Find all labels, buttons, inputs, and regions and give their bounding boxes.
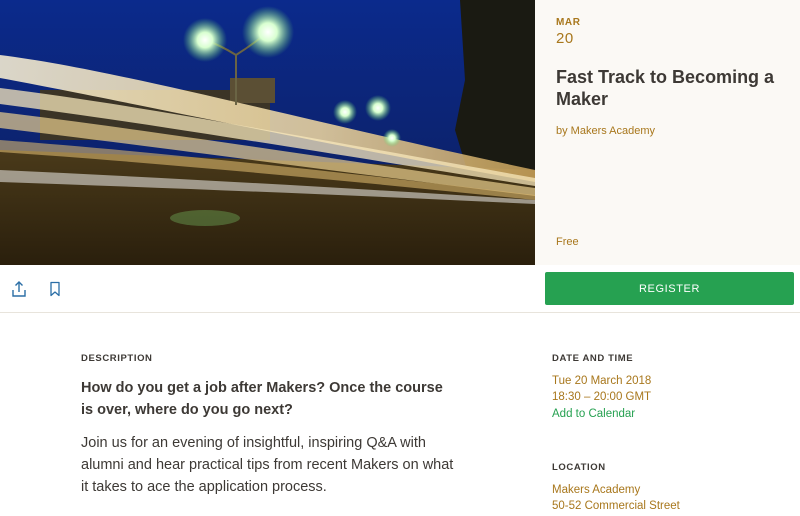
location-heading: LOCATION [552,462,606,473]
event-summary-panel: MAR 20 Fast Track to Becoming a Maker by… [535,0,800,265]
event-banner-image [0,0,535,265]
event-date: Tue 20 March 2018 [552,375,652,387]
date-time-heading: DATE AND TIME [552,353,634,364]
event-price: Free [556,236,579,248]
event-month: MAR [556,17,581,28]
description-body: Join us for an evening of insightful, in… [81,435,454,495]
save-button[interactable] [45,279,65,299]
bookmark-icon [50,281,60,297]
add-to-calendar-link[interactable]: Add to Calendar [552,408,635,420]
share-upload-icon [12,281,26,297]
event-organizer[interactable]: by Makers Academy [556,125,655,137]
event-title: Fast Track to Becoming a Maker [556,67,775,109]
event-day: 20 [556,30,574,47]
event-time: 18:30 – 20:00 GMT [552,391,652,403]
event-hero: MAR 20 Fast Track to Becoming a Maker by… [0,0,800,265]
description-heading: DESCRIPTION [81,353,153,364]
location-street: 50-52 Commercial Street [552,500,680,512]
description-lead: How do you get a job after Makers? Once … [81,380,443,418]
share-button[interactable] [9,279,29,299]
register-button[interactable]: REGISTER [545,272,794,305]
location-venue: Makers Academy [552,484,641,496]
